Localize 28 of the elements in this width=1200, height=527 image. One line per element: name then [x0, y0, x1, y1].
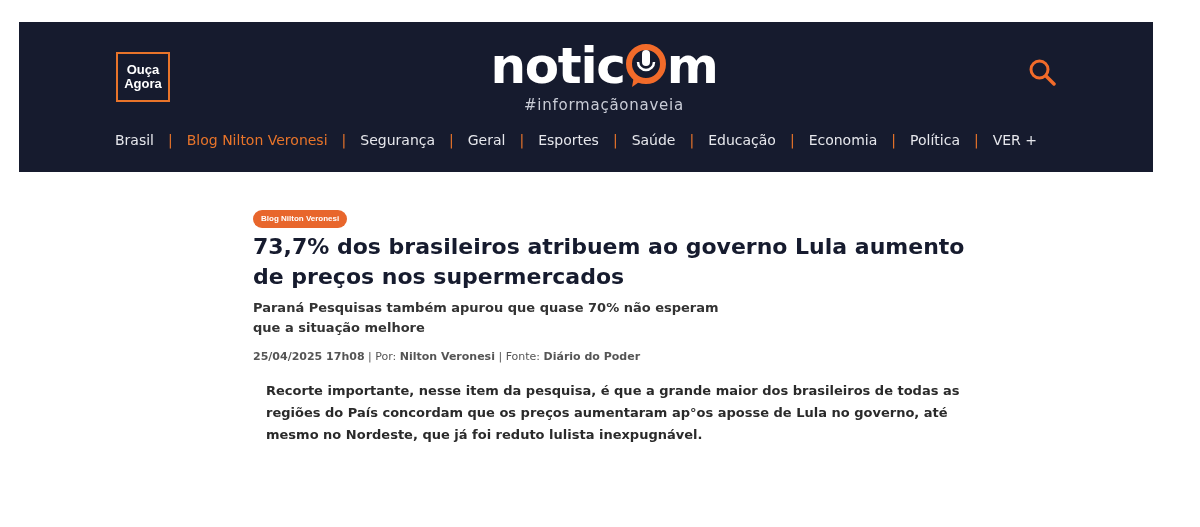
- nav-separator: |: [519, 130, 525, 151]
- article-subtitle: Paraná Pesquisas também apurou que quase 70% não esperam que a situação melhore: [253, 299, 720, 337]
- article-lead: Recorte importante, nesse item da pesquisa, é que a grande maior dos brasileiros de todas as regiões do País concordam que os preços aumentaram ap°os aposse de Lula no governo, até mesmo no Nordeste, que já foi reduto lulista inexpugnável.: [266, 381, 961, 444]
- article-meta: 25/04/2025 17h08 | Por: Nilton Veronesi | Fonte: Diário do Poder: [253, 349, 642, 365]
- nav-separator: |: [973, 130, 979, 151]
- nav-separator: |: [689, 130, 695, 151]
- nav-separator: |: [891, 130, 896, 151]
- nav-link[interactable]: Política: [910, 129, 960, 151]
- nav-link[interactable]: Blog Nilton Veronesi: [186, 129, 328, 151]
- nav-separator: |: [449, 130, 454, 151]
- nav-link[interactable]: Economia: [808, 129, 878, 151]
- nav-link[interactable]: VER +: [992, 129, 1038, 151]
- site-logo[interactable]: notic m: [490, 38, 718, 94]
- microphone-icon: [625, 44, 666, 88]
- search-icon[interactable]: [1028, 58, 1056, 86]
- nav-link[interactable]: Esportes: [538, 129, 599, 151]
- listen-now-badge[interactable]: Ouça Agora: [116, 52, 170, 102]
- nav-separator: |: [612, 130, 618, 151]
- nav-separator: |: [341, 130, 347, 151]
- article-title: 73,7% dos brasileiros atribuem ao governo Lula aumento de preços nos supermercados: [253, 233, 966, 291]
- nav-separator: |: [789, 130, 795, 151]
- nav-link[interactable]: Segurança: [360, 129, 436, 151]
- nav-link[interactable]: Saúde: [631, 129, 676, 151]
- nav-link[interactable]: Educação: [708, 129, 776, 151]
- nav-link[interactable]: Geral: [467, 129, 506, 151]
- tagline: #informaçãonaveia: [524, 95, 684, 116]
- nav-separator: |: [168, 130, 173, 151]
- nav-link[interactable]: Brasil: [115, 129, 154, 151]
